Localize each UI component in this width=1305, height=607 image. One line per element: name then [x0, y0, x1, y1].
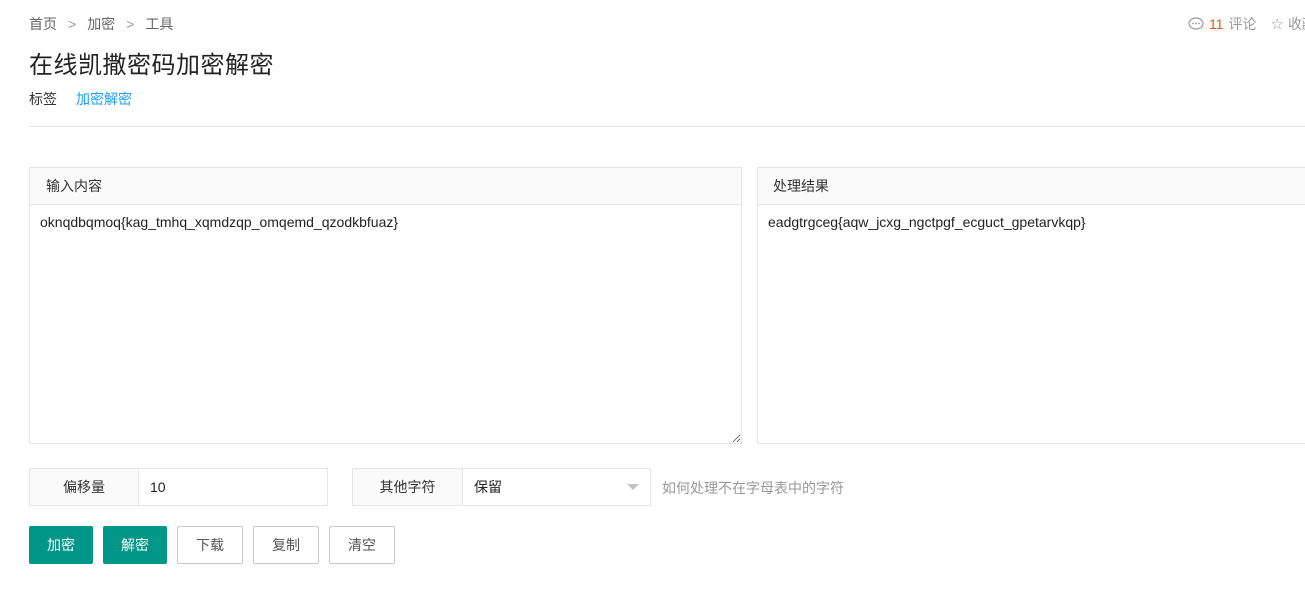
- clear-button[interactable]: 清空: [329, 526, 395, 564]
- comment-label: 评论: [1228, 16, 1257, 32]
- comment-icon: [1188, 17, 1204, 30]
- input-textarea[interactable]: [30, 205, 741, 443]
- download-button[interactable]: 下载: [177, 526, 243, 564]
- tag-encrypt-decrypt[interactable]: 加密解密: [76, 89, 132, 109]
- offset-label: 偏移量: [30, 469, 139, 505]
- tag-label: 标签: [29, 91, 57, 107]
- other-chars-field: 其他字符 保留: [352, 468, 651, 506]
- page-actions: 11 评论 ☆ 收藏: [1188, 14, 1305, 34]
- breadcrumb-home[interactable]: 首页: [29, 14, 57, 34]
- offset-field: 偏移量: [29, 468, 328, 506]
- favorite-link[interactable]: ☆ 收藏: [1257, 14, 1305, 34]
- input-panel: 输入内容: [29, 167, 742, 444]
- breadcrumb-separator: >: [126, 16, 135, 32]
- comment-link[interactable]: 11 评论: [1188, 14, 1257, 34]
- breadcrumb: 首页 > 加密 > 工具: [29, 14, 173, 34]
- other-chars-selected: 保留: [474, 479, 502, 495]
- divider: [29, 126, 1305, 127]
- output-panel: 处理结果 eadgtrgceg{aqw_jcxg_ngctpgf_ecguct_…: [757, 167, 1305, 444]
- chevron-down-icon: [627, 484, 639, 490]
- tag-list: 标签 加密解密: [29, 89, 132, 109]
- page-title: 在线凯撒密码加密解密: [29, 52, 274, 79]
- offset-input[interactable]: [139, 469, 327, 505]
- breadcrumb-encrypt[interactable]: 加密: [87, 14, 115, 34]
- other-chars-hint: 如何处理不在字母表中的字符: [662, 480, 844, 496]
- decrypt-button[interactable]: 解密: [103, 526, 167, 564]
- copy-button[interactable]: 复制: [253, 526, 319, 564]
- favorite-label: 收藏: [1288, 16, 1305, 32]
- star-icon: ☆: [1270, 16, 1284, 33]
- other-chars-label: 其他字符: [353, 469, 463, 505]
- comment-count: 11: [1209, 16, 1224, 32]
- other-chars-select[interactable]: 保留: [463, 469, 650, 505]
- encrypt-button[interactable]: 加密: [29, 526, 93, 564]
- breadcrumb-tools[interactable]: 工具: [145, 14, 173, 34]
- input-panel-header: 输入内容: [30, 168, 741, 205]
- output-panel-header: 处理结果: [758, 168, 1305, 205]
- output-result[interactable]: eadgtrgceg{aqw_jcxg_ngctpgf_ecguct_gpeta…: [758, 205, 1305, 239]
- breadcrumb-separator: >: [68, 16, 77, 32]
